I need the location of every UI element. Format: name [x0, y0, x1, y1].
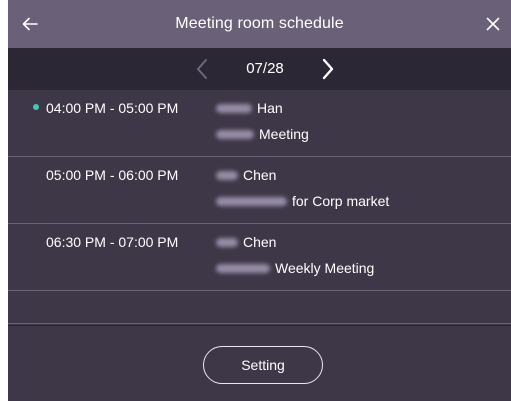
subject-text: for Corp market — [292, 193, 390, 209]
organizer-name: Han — [257, 100, 283, 116]
chevron-right-icon — [322, 58, 334, 80]
redacted-text — [216, 263, 270, 273]
setting-button-label: Setting — [241, 357, 285, 373]
meeting-subject: Meeting — [216, 126, 309, 142]
redacted-text — [216, 237, 238, 247]
current-date: 07/28 — [246, 60, 284, 77]
header-bar: Meeting room schedule — [8, 0, 511, 48]
redacted-text — [216, 103, 252, 113]
meeting-time: 06:30 PM - 07:00 PM — [46, 234, 179, 250]
meeting-row[interactable]: 05:00 PM - 06:00 PM Chen for Corp market — [8, 157, 511, 224]
redacted-text — [216, 129, 254, 139]
subject-text: Weekly Meeting — [275, 260, 375, 276]
next-day-button[interactable] — [320, 58, 336, 80]
meeting-time: 04:00 PM - 05:00 PM — [46, 100, 179, 116]
meeting-organizer: Chen — [216, 234, 276, 250]
current-meeting-indicator — [33, 104, 39, 110]
close-icon — [486, 17, 500, 31]
meeting-time: 05:00 PM - 06:00 PM — [46, 167, 179, 183]
date-navigation-bar: 07/28 — [8, 48, 511, 90]
meeting-room-schedule-screen: Meeting room schedule 07/28 04:00 PM - 0… — [8, 0, 511, 401]
meeting-subject: for Corp market — [216, 193, 389, 209]
close-button[interactable] — [481, 12, 505, 36]
meeting-row[interactable]: 04:00 PM - 05:00 PM Han Meeting — [8, 90, 511, 157]
meeting-organizer: Chen — [216, 167, 276, 183]
meeting-organizer: Han — [216, 100, 283, 116]
footer-divider — [8, 325, 511, 326]
previous-day-button[interactable] — [194, 58, 210, 80]
page-title: Meeting room schedule — [175, 15, 344, 32]
redacted-text — [216, 170, 238, 180]
meeting-list: 04:00 PM - 05:00 PM Han Meeting 05:00 PM… — [8, 90, 511, 324]
back-button[interactable] — [18, 12, 42, 36]
arrow-left-icon — [22, 17, 38, 31]
meeting-subject: Weekly Meeting — [216, 260, 374, 276]
setting-button[interactable]: Setting — [203, 346, 323, 384]
meeting-row[interactable]: 06:30 PM - 07:00 PM Chen Weekly Meeting — [8, 224, 511, 291]
empty-row — [8, 291, 511, 324]
organizer-name: Chen — [243, 234, 277, 250]
chevron-left-icon — [197, 59, 207, 79]
subject-text: Meeting — [259, 126, 309, 142]
redacted-text — [216, 196, 287, 206]
organizer-name: Chen — [243, 167, 277, 183]
